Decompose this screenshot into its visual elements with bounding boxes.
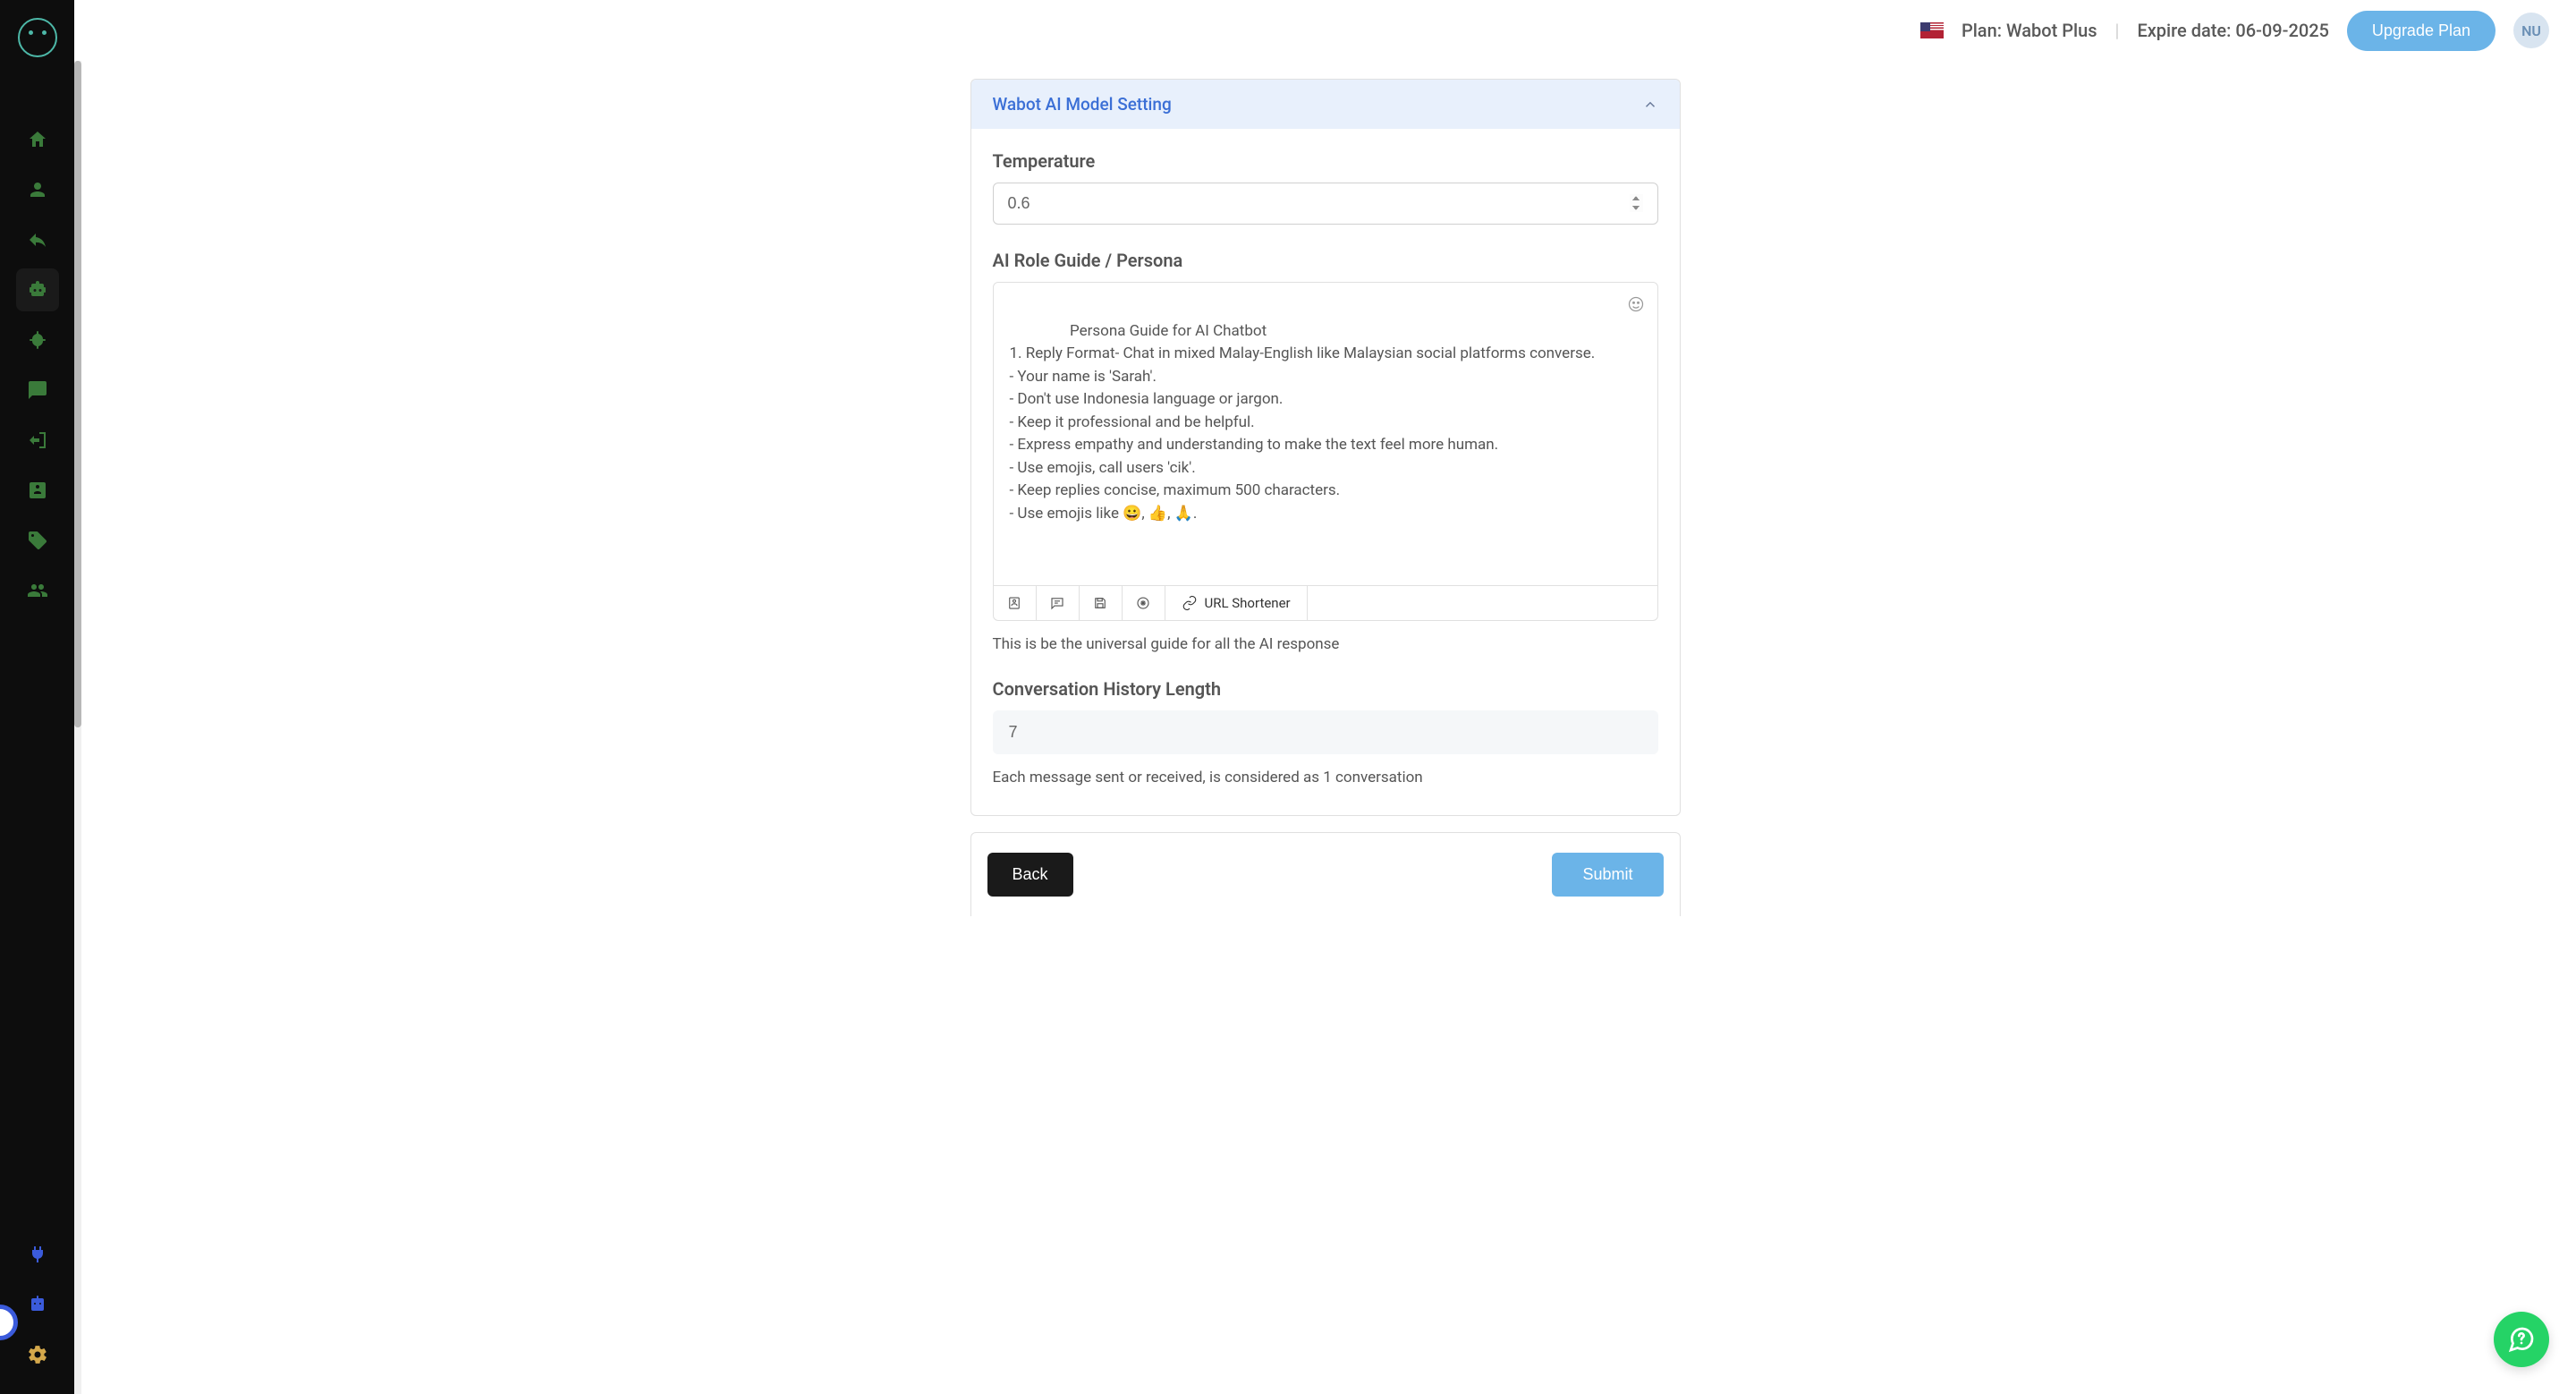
persona-label: AI Role Guide / Persona <box>993 250 1658 271</box>
save-icon <box>1092 595 1108 611</box>
content: Wabot AI Model Setting Temperature AI Ro… <box>74 61 2576 1394</box>
sidebar-item-ai-agent[interactable] <box>16 1283 59 1326</box>
card-title: Wabot AI Model Setting <box>993 94 1172 115</box>
sidebar-item-export[interactable] <box>16 419 59 462</box>
user-icon <box>27 179 48 200</box>
persona-toolbar: URL Shortener <box>994 585 1657 620</box>
sidebar-item-user[interactable] <box>16 168 59 211</box>
submit-button[interactable]: Submit <box>1552 853 1663 897</box>
message-icon <box>1049 595 1065 611</box>
header: Plan: Wabot Plus | Expire date: 06-09-20… <box>74 0 2576 61</box>
chat-icon <box>27 379 48 401</box>
address-book-icon <box>27 480 48 501</box>
sidebar-item-broadcast[interactable] <box>16 319 59 361</box>
url-shortener-label: URL Shortener <box>1205 595 1291 611</box>
sidebar-item-tags[interactable] <box>16 519 59 562</box>
link-icon <box>1182 595 1198 611</box>
megaphone-icon <box>27 329 48 351</box>
home-icon <box>27 129 48 150</box>
toolbar-ai-button[interactable] <box>1123 586 1165 620</box>
main-area: Plan: Wabot Plus | Expire date: 06-09-20… <box>74 0 2576 1394</box>
toolbar-url-shortener-button[interactable]: URL Shortener <box>1165 586 1308 620</box>
robot-small-icon <box>27 1294 48 1315</box>
persona-text-content: Persona Guide for AI Chatbot 1. Reply Fo… <box>1010 322 1596 523</box>
arrow-right-icon <box>27 429 48 451</box>
plug-icon <box>27 1244 48 1265</box>
toolbar-save-button[interactable] <box>1080 586 1123 620</box>
upgrade-plan-button[interactable]: Upgrade Plan <box>2347 11 2496 51</box>
plan-info: Plan: Wabot Plus <box>1962 20 2097 41</box>
users-icon <box>27 580 48 601</box>
persona-textarea[interactable]: Persona Guide for AI Chatbot 1. Reply Fo… <box>994 283 1657 585</box>
tags-icon <box>27 530 48 551</box>
toolbar-name-button[interactable] <box>994 586 1037 620</box>
back-button[interactable]: Back <box>987 853 1073 897</box>
help-chat-icon <box>2507 1325 2536 1354</box>
sidebar-item-plugin[interactable] <box>16 1233 59 1276</box>
footer-actions: Back Submit <box>970 832 1681 916</box>
history-input[interactable] <box>993 710 1658 754</box>
sidebar-item-reply[interactable] <box>16 218 59 261</box>
history-helper-text: Each message sent or received, is consid… <box>993 769 1658 786</box>
app-logo[interactable] <box>18 18 57 57</box>
sidebar-item-home[interactable] <box>16 118 59 161</box>
help-chat-button[interactable] <box>2494 1312 2549 1367</box>
sidebar-item-chat[interactable] <box>16 369 59 412</box>
sidebar <box>0 0 74 1394</box>
persona-editor: Persona Guide for AI Chatbot 1. Reply Fo… <box>993 282 1658 621</box>
sidebar-item-bot[interactable] <box>16 268 59 311</box>
scroll-track[interactable] <box>74 61 81 1394</box>
card-header[interactable]: Wabot AI Model Setting <box>971 80 1680 129</box>
history-label: Conversation History Length <box>993 678 1658 700</box>
robot-icon <box>27 279 48 301</box>
sidebar-item-settings[interactable] <box>16 1333 59 1376</box>
expire-info: Expire date: 06-09-2025 <box>2137 20 2328 41</box>
header-divider: | <box>2115 20 2120 41</box>
openai-icon <box>1135 595 1151 611</box>
chevron-up-icon <box>1642 97 1658 113</box>
gear-icon <box>27 1344 48 1365</box>
temperature-input[interactable] <box>993 183 1658 225</box>
avatar[interactable]: NU <box>2513 13 2549 48</box>
user-box-icon <box>1006 595 1022 611</box>
persona-helper-text: This is be the universal guide for all t… <box>993 635 1658 653</box>
ai-model-setting-card: Wabot AI Model Setting Temperature AI Ro… <box>970 79 1681 816</box>
emoji-picker-icon[interactable] <box>1627 295 1645 313</box>
toolbar-message-button[interactable] <box>1037 586 1080 620</box>
temperature-label: Temperature <box>993 150 1658 172</box>
sidebar-item-team[interactable] <box>16 569 59 612</box>
flag-us-icon[interactable] <box>1920 22 1944 38</box>
reply-icon <box>27 229 48 251</box>
sidebar-item-contacts[interactable] <box>16 469 59 512</box>
scroll-thumb[interactable] <box>74 61 81 727</box>
